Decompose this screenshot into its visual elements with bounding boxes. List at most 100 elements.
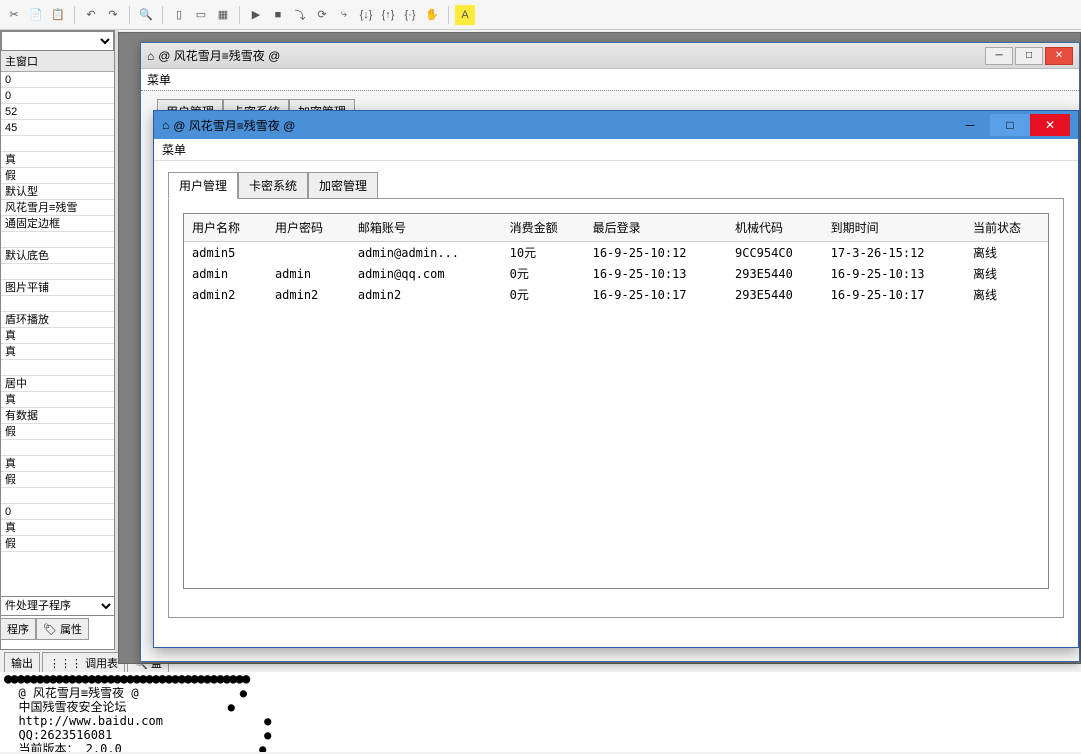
tab-program[interactable]: 程序 <box>0 618 36 640</box>
table-cell: admin2 <box>267 284 350 305</box>
property-row[interactable] <box>1 264 114 280</box>
table-cell: 293E5440 <box>727 263 823 284</box>
property-row[interactable]: 52 <box>1 104 114 120</box>
property-row[interactable] <box>1 360 114 376</box>
break1-icon[interactable]: {↓} <box>356 5 376 25</box>
break3-icon[interactable]: {·} <box>400 5 420 25</box>
break2-icon[interactable]: {↑} <box>378 5 398 25</box>
ide-toolbar: ✂ 📄 📋 ↶ ↷ 🔍 ▯ ▭ ▦ ▶ ■ ⤵ ⟳ ⤷ {↓} {↑} {·} … <box>0 0 1081 30</box>
app-icon: ⌂ <box>162 118 169 132</box>
column-header[interactable]: 当前状态 <box>965 214 1048 242</box>
table-cell: 0元 <box>502 263 585 284</box>
undo-icon[interactable]: ↶ <box>81 5 101 25</box>
property-list[interactable]: 005245真假默认型 风花雪月≡残雪通固定边框默认底色图片平铺盾环播放真真居中… <box>1 72 114 552</box>
property-row[interactable]: 假 <box>1 424 114 440</box>
table-cell: 16-9-25-10:12 <box>585 242 727 264</box>
separator <box>239 6 240 24</box>
maximize-button[interactable]: □ <box>1015 47 1043 65</box>
foreground-app-window[interactable]: ⌂ @ 风花雪月≡残雪夜 @ ─ □ ✕ 菜单 用户管理 卡密系统 加密管理 用… <box>153 110 1079 648</box>
layout2-icon[interactable]: ▭ <box>191 5 211 25</box>
close-button[interactable]: ✕ <box>1030 114 1070 136</box>
window-title: @ 风花雪月≡残雪夜 @ <box>173 117 295 134</box>
property-row[interactable] <box>1 296 114 312</box>
event-handler-combo[interactable]: 件处理子程序 <box>0 596 115 616</box>
layout1-icon[interactable]: ▯ <box>169 5 189 25</box>
table-cell: admin@admin... <box>350 242 502 264</box>
highlight-icon[interactable]: A <box>455 5 475 25</box>
table-row[interactable]: admin5admin@admin...10元16-9-25-10:129CC9… <box>184 242 1048 264</box>
property-row[interactable]: 默认底色 <box>1 248 114 264</box>
property-row[interactable]: 45 <box>1 120 114 136</box>
separator <box>162 6 163 24</box>
property-row[interactable]: 0 <box>1 72 114 88</box>
tab-properties[interactable]: 🏷 属性 <box>36 618 89 640</box>
property-row[interactable]: 真 <box>1 392 114 408</box>
separator <box>129 6 130 24</box>
property-row[interactable] <box>1 232 114 248</box>
run-icon[interactable]: ▶ <box>246 5 266 25</box>
column-header[interactable]: 最后登录 <box>585 214 727 242</box>
table-cell: 0元 <box>502 284 585 305</box>
property-row[interactable] <box>1 488 114 504</box>
menu-item[interactable]: 菜单 <box>147 71 171 88</box>
layout3-icon[interactable]: ▦ <box>213 5 233 25</box>
minimize-button[interactable]: ─ <box>985 47 1013 65</box>
maximize-button[interactable]: □ <box>990 114 1030 136</box>
property-row[interactable]: 真 <box>1 520 114 536</box>
window-body: 用户管理 卡密系统 加密管理 用户名称用户密码邮箱账号消费金额最后登录机械代码到… <box>154 161 1078 647</box>
property-row[interactable]: 默认型 <box>1 184 114 200</box>
column-header[interactable]: 邮箱账号 <box>350 214 502 242</box>
copy-icon[interactable]: 📄 <box>26 5 46 25</box>
property-row[interactable]: 真 <box>1 456 114 472</box>
callstack-tab[interactable]: ⋮⋮⋮ 调用表 <box>42 652 125 674</box>
redo-icon[interactable]: ↷ <box>103 5 123 25</box>
property-row[interactable]: 真 <box>1 152 114 168</box>
window-titlebar[interactable]: ⌂ @ 风花雪月≡残雪夜 @ ─ □ ✕ <box>141 43 1079 69</box>
close-button[interactable]: ✕ <box>1045 47 1073 65</box>
property-row[interactable]: 有数据 <box>1 408 114 424</box>
column-header[interactable]: 到期时间 <box>823 214 965 242</box>
stop-icon[interactable]: ■ <box>268 5 288 25</box>
object-combo[interactable] <box>1 31 114 51</box>
window-titlebar[interactable]: ⌂ @ 风花雪月≡残雪夜 @ ─ □ ✕ <box>154 111 1078 139</box>
property-row[interactable]: 假 <box>1 472 114 488</box>
table-row[interactable]: adminadminadmin@qq.com0元16-9-25-10:13293… <box>184 263 1048 284</box>
step-icon[interactable]: ⤵ <box>290 5 310 25</box>
property-row[interactable]: 风花雪月≡残雪 <box>1 200 114 216</box>
property-row[interactable] <box>1 440 114 456</box>
property-row[interactable] <box>1 136 114 152</box>
minimize-button[interactable]: ─ <box>950 114 990 136</box>
property-row[interactable]: 0 <box>1 88 114 104</box>
property-row[interactable]: 假 <box>1 536 114 552</box>
column-header[interactable]: 用户名称 <box>184 214 267 242</box>
property-row[interactable]: 真 <box>1 344 114 360</box>
output-tab[interactable]: 输出 <box>4 652 40 674</box>
property-row[interactable]: 居中 <box>1 376 114 392</box>
cut-icon[interactable]: ✂ <box>4 5 24 25</box>
paste-icon[interactable]: 📋 <box>48 5 68 25</box>
window-menubar: 菜单 <box>141 69 1079 91</box>
hand-icon[interactable]: ✋ <box>422 5 442 25</box>
column-header[interactable]: 消费金额 <box>502 214 585 242</box>
tab-cards[interactable]: 卡密系统 <box>238 172 308 199</box>
step-into-icon[interactable]: ⤷ <box>334 5 354 25</box>
property-row[interactable]: 盾环播放 <box>1 312 114 328</box>
property-row[interactable]: 0 <box>1 504 114 520</box>
property-row[interactable]: 假 <box>1 168 114 184</box>
table-cell: admin2 <box>184 284 267 305</box>
table-row[interactable]: admin2admin2admin20元16-9-25-10:17293E544… <box>184 284 1048 305</box>
column-header[interactable]: 用户密码 <box>267 214 350 242</box>
user-table-container: 用户名称用户密码邮箱账号消费金额最后登录机械代码到期时间当前状态 admin5a… <box>183 213 1049 589</box>
column-header[interactable]: 机械代码 <box>727 214 823 242</box>
property-row[interactable]: 通固定边框 <box>1 216 114 232</box>
user-table[interactable]: 用户名称用户密码邮箱账号消费金额最后登录机械代码到期时间当前状态 admin5a… <box>184 214 1048 305</box>
step-over-icon[interactable]: ⟳ <box>312 5 332 25</box>
table-cell: 16-9-25-10:13 <box>585 263 727 284</box>
property-row[interactable]: 图片平铺 <box>1 280 114 296</box>
tab-users[interactable]: 用户管理 <box>168 172 238 199</box>
find-icon[interactable]: 🔍 <box>136 5 156 25</box>
menu-item[interactable]: 菜单 <box>162 141 186 158</box>
property-row[interactable]: 真 <box>1 328 114 344</box>
table-cell: admin <box>267 263 350 284</box>
tab-encrypt[interactable]: 加密管理 <box>308 172 378 199</box>
